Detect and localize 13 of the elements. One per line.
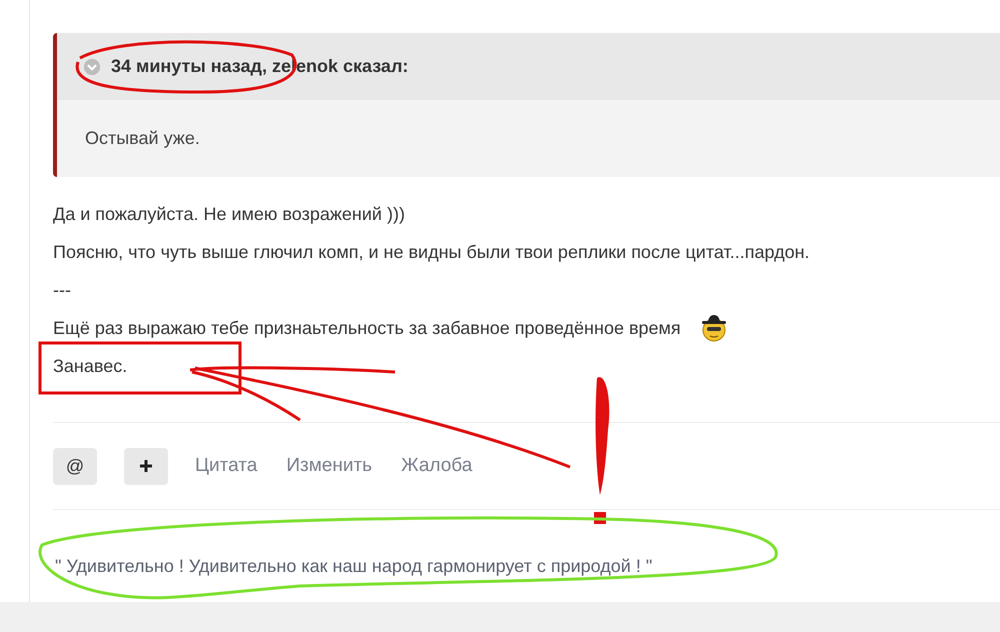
mention-button[interactable]: @ — [53, 448, 97, 484]
action-link[interactable]: Жалоба — [401, 455, 472, 477]
action-link[interactable]: Цитата — [195, 455, 258, 477]
plus-icon — [139, 459, 153, 473]
post-text: Поясню, что чуть выше глючил комп, и не видны были твои реплики после цитат...пардон. — [53, 242, 810, 262]
action-link[interactable]: Изменить — [286, 455, 372, 477]
quote-text: Остывай уже. — [85, 128, 200, 149]
post-text: Ещё раз выражаю тебе признаьтельность за забавное проведённое время — [53, 318, 681, 338]
post-text: Да и пожалуйста. Не имею возражений ))) — [53, 204, 405, 224]
add-button[interactable] — [124, 448, 168, 484]
post-text: Занавес. — [53, 356, 128, 376]
signature-text: " Удивительно ! Удивительно как наш народ гармонирует с природой ! " — [55, 556, 652, 576]
post-text: --- — [53, 280, 71, 300]
